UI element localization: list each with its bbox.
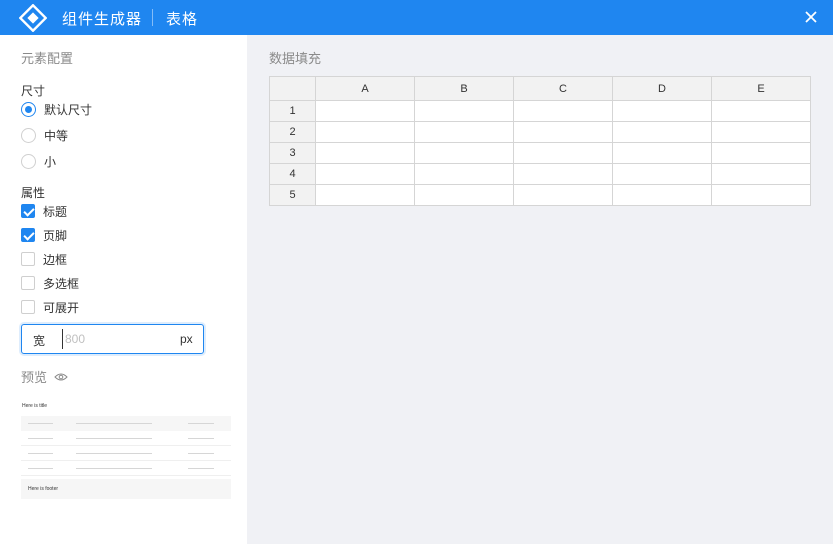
size-option-label: 默认尺寸 bbox=[44, 102, 93, 117]
attr-title-checkbox[interactable]: 标题 bbox=[21, 202, 67, 220]
grid-cell[interactable] bbox=[612, 163, 712, 185]
grid-cell[interactable] bbox=[513, 100, 613, 122]
width-unit: px bbox=[180, 332, 193, 346]
grid-cell[interactable] bbox=[513, 121, 613, 143]
size-option-label: 小 bbox=[44, 154, 57, 169]
eye-icon[interactable] bbox=[54, 372, 68, 382]
data-grid: A B C D E 1 2 3 4 5 bbox=[269, 76, 811, 206]
table-row: 1 bbox=[269, 100, 811, 122]
grid-cell[interactable] bbox=[711, 142, 811, 164]
grid-cell[interactable] bbox=[414, 142, 514, 164]
grid-cell[interactable] bbox=[315, 100, 415, 122]
grid-corner bbox=[269, 76, 316, 101]
table-row: 3 bbox=[269, 142, 811, 164]
width-field[interactable]: 宽 px bbox=[21, 324, 204, 354]
component-logo-icon bbox=[19, 4, 47, 32]
preview-table-header bbox=[21, 416, 231, 431]
preview-table-row bbox=[21, 461, 231, 476]
preview-table-footer-text: Here is footer bbox=[28, 486, 59, 492]
size-option-small[interactable]: 小 bbox=[21, 152, 56, 170]
attr-label: 多选框 bbox=[43, 276, 80, 291]
page-title: 表格 bbox=[166, 11, 199, 28]
attr-border-checkbox[interactable]: 边框 bbox=[21, 250, 67, 268]
grid-cell[interactable] bbox=[315, 142, 415, 164]
checkbox[interactable] bbox=[21, 276, 35, 290]
radio[interactable] bbox=[21, 153, 36, 169]
grid-cell[interactable] bbox=[711, 163, 811, 185]
table-preview: Here is title Here is footer bbox=[21, 401, 231, 501]
row-header: 1 bbox=[269, 100, 316, 122]
attr-label: 页脚 bbox=[43, 228, 68, 243]
grid-cell[interactable] bbox=[513, 142, 613, 164]
attr-label: 边框 bbox=[43, 252, 68, 267]
attr-footer-checkbox[interactable]: 页脚 bbox=[21, 226, 67, 244]
attr-expandable-checkbox[interactable]: 可展开 bbox=[21, 298, 79, 316]
preview-table-title: Here is title bbox=[22, 403, 48, 409]
checkbox-checked[interactable] bbox=[21, 228, 35, 242]
size-option-medium[interactable]: 中等 bbox=[21, 126, 68, 144]
row-header: 3 bbox=[269, 142, 316, 164]
checkbox[interactable] bbox=[21, 300, 35, 314]
grid-cell[interactable] bbox=[315, 184, 415, 206]
grid-cell[interactable] bbox=[414, 184, 514, 206]
radio[interactable] bbox=[21, 127, 36, 143]
grid-cell[interactable] bbox=[414, 121, 514, 143]
column-header: D bbox=[612, 76, 712, 101]
attr-label: 可展开 bbox=[43, 300, 80, 315]
width-input[interactable] bbox=[62, 329, 172, 349]
grid-cell[interactable] bbox=[513, 163, 613, 185]
data-section-title: 数据填充 bbox=[269, 51, 322, 66]
close-icon[interactable] bbox=[801, 7, 821, 27]
header-divider bbox=[152, 9, 153, 26]
attr-label: 标题 bbox=[43, 204, 68, 219]
config-section-title: 元素配置 bbox=[21, 51, 74, 66]
preview-header: 预览 bbox=[21, 367, 68, 386]
column-header: C bbox=[513, 76, 613, 101]
table-row: 5 bbox=[269, 184, 811, 206]
grid-cell[interactable] bbox=[315, 163, 415, 185]
grid-cell[interactable] bbox=[612, 100, 712, 122]
data-panel: 数据填充 A B C D E 1 2 3 4 5 bbox=[247, 35, 833, 544]
size-option-default[interactable]: 默认尺寸 bbox=[21, 100, 92, 118]
grid-cell[interactable] bbox=[612, 121, 712, 143]
grid-cell[interactable] bbox=[315, 121, 415, 143]
config-panel: 元素配置 尺寸 默认尺寸 中等 小 属性 标题 页脚 边框 多选框 可展开 宽 … bbox=[0, 35, 247, 544]
grid-cell[interactable] bbox=[711, 100, 811, 122]
grid-cell[interactable] bbox=[513, 184, 613, 206]
width-label: 宽 bbox=[33, 334, 46, 348]
row-header: 5 bbox=[269, 184, 316, 206]
attrs-group-label: 属性 bbox=[21, 186, 46, 200]
table-row: 2 bbox=[269, 121, 811, 143]
radio-selected[interactable] bbox=[21, 101, 36, 117]
column-header: A bbox=[315, 76, 415, 101]
grid-cell[interactable] bbox=[612, 184, 712, 206]
grid-cell[interactable] bbox=[414, 100, 514, 122]
grid-cell[interactable] bbox=[711, 121, 811, 143]
row-header: 2 bbox=[269, 121, 316, 143]
checkbox-checked[interactable] bbox=[21, 204, 35, 218]
app-title: 组件生成器 bbox=[62, 11, 143, 28]
table-row: 4 bbox=[269, 163, 811, 185]
checkbox[interactable] bbox=[21, 252, 35, 266]
preview-table-row bbox=[21, 446, 231, 461]
size-option-label: 中等 bbox=[44, 128, 69, 143]
preview-table-footer: Here is footer bbox=[21, 479, 231, 499]
column-header: E bbox=[711, 76, 811, 101]
row-header: 4 bbox=[269, 163, 316, 185]
attr-multiselect-checkbox[interactable]: 多选框 bbox=[21, 274, 79, 292]
preview-title: 预览 bbox=[21, 370, 48, 385]
preview-table-row bbox=[21, 431, 231, 446]
column-header: B bbox=[414, 76, 514, 101]
app-header: 组件生成器 表格 bbox=[0, 0, 833, 35]
size-group-label: 尺寸 bbox=[21, 84, 46, 98]
grid-cell[interactable] bbox=[414, 163, 514, 185]
grid-cell[interactable] bbox=[711, 184, 811, 206]
grid-cell[interactable] bbox=[612, 142, 712, 164]
